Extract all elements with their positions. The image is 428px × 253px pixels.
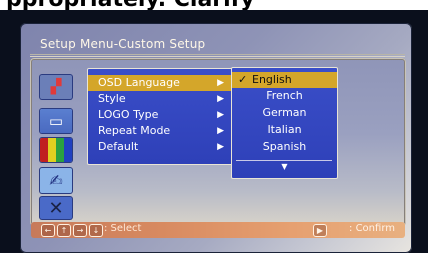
chevron-right-icon: ▶	[217, 94, 224, 104]
left-arrow-key-icon: ←	[41, 224, 55, 237]
menu-item-osd-language[interactable]: OSD Language ▶	[88, 75, 236, 91]
menu-item-default[interactable]: Default ▶	[88, 139, 236, 155]
help-footer: ← ↑ → ↓ : Select ▶ : Confirm	[31, 222, 405, 238]
menu-item-style[interactable]: Style ▶	[88, 91, 236, 107]
submenu-divider	[236, 160, 332, 161]
custom-setup-icon[interactable]: ✍	[40, 168, 72, 193]
confirm-hint: : Confirm	[349, 223, 395, 234]
screen-title: Setup Menu-Custom Setup	[40, 37, 206, 51]
right-arrow-key-icon: →	[73, 224, 87, 237]
menu-item-label: Default	[98, 140, 139, 153]
play-key-icon: ▶	[313, 224, 327, 237]
chevron-right-icon: ▶	[217, 126, 224, 136]
title-divider	[30, 54, 405, 55]
chevron-right-icon: ▶	[217, 78, 224, 88]
up-arrow-key-icon: ↑	[57, 224, 71, 237]
menu-item-label: Style	[98, 92, 126, 105]
scroll-down-icon[interactable]: ▼	[232, 162, 337, 171]
language-option-italian[interactable]: Italian	[232, 122, 337, 138]
display-settings-icon[interactable]: ▞	[40, 75, 72, 99]
custom-setup-menu: OSD Language ▶ Style ▶ LOGO Type ▶ Repea…	[87, 68, 237, 165]
down-arrow-key-icon: ↓	[89, 224, 103, 237]
language-option-french[interactable]: French	[232, 88, 337, 104]
tv-screen: Setup Menu-Custom Setup ▞ ▭ ✍ ✕ OSD Lang…	[20, 23, 412, 253]
title-divider-light	[30, 56, 405, 57]
osd-language-submenu: ✓ English French German Italian Spanish …	[231, 67, 338, 179]
nav-keys-group: ← ↑ → ↓	[41, 224, 103, 237]
language-option-label: English	[252, 73, 292, 86]
menu-item-logo-type[interactable]: LOGO Type ▶	[88, 107, 236, 123]
menu-item-label: LOGO Type	[98, 108, 159, 121]
language-option-english[interactable]: ✓ English	[232, 72, 337, 88]
chevron-right-icon: ▶	[217, 142, 224, 152]
color-bars-icon[interactable]	[40, 138, 72, 162]
language-option-german[interactable]: German	[232, 105, 337, 121]
menu-item-label: Repeat Mode	[98, 124, 171, 137]
menu-item-label: OSD Language	[98, 76, 180, 89]
chevron-right-icon: ▶	[217, 110, 224, 120]
tv-screen-icon[interactable]: ▭	[40, 109, 72, 133]
select-hint: : Select	[104, 223, 142, 234]
language-option-spanish[interactable]: Spanish	[232, 139, 337, 155]
tv-bezel: Setup Menu-Custom Setup ▞ ▭ ✍ ✕ OSD Lang…	[0, 10, 428, 253]
exit-icon[interactable]: ✕	[40, 197, 72, 219]
menu-item-repeat-mode[interactable]: Repeat Mode ▶	[88, 123, 236, 139]
checkmark-icon: ✓	[238, 73, 248, 86]
